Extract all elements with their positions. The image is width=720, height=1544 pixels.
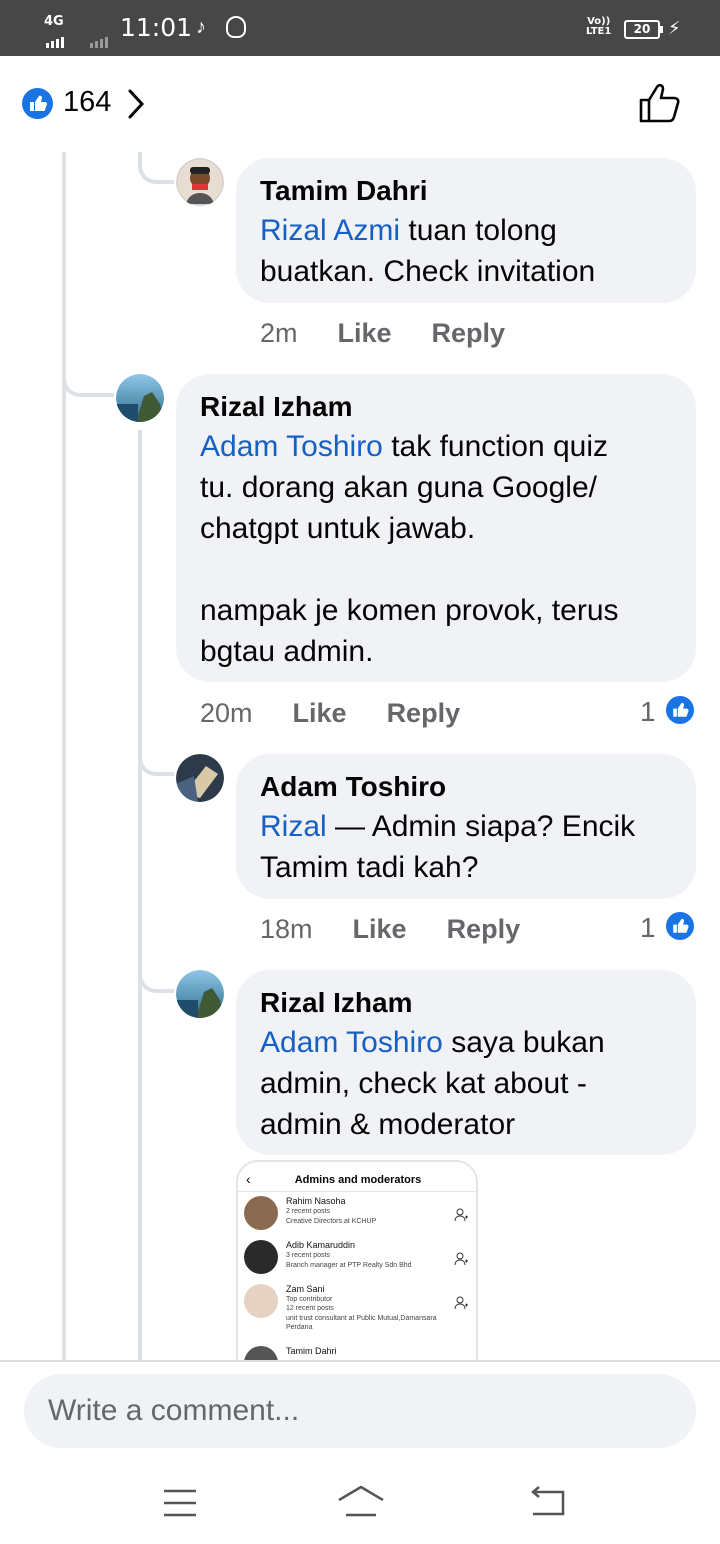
comment-bubble: Rizal Izham Adam Toshiro saya bukan admi…: [236, 970, 696, 1155]
reaction-summary[interactable]: 1: [640, 910, 696, 944]
comment-bubble: Tamim Dahri Rizal Azmi tuan tolong buatk…: [236, 158, 696, 303]
thread-connector: [138, 740, 174, 776]
like-reaction-icon: [664, 910, 696, 942]
mention-link[interactable]: Adam Toshiro: [200, 430, 383, 463]
comment-time: 20m: [200, 698, 253, 728]
tiktok-icon: ♪: [196, 16, 206, 38]
avatar[interactable]: [116, 374, 164, 422]
comment-actions: 20m Like Reply: [200, 698, 500, 729]
like-button[interactable]: Like: [353, 914, 407, 944]
like-reaction-icon: [664, 694, 696, 726]
avatar[interactable]: [176, 970, 224, 1018]
battery-icon: 20: [624, 20, 663, 39]
reply-button[interactable]: Reply: [387, 698, 461, 728]
signal-2-icon: [90, 30, 110, 48]
comment-text: Rizal Azmi tuan tolong buatkan. Check in…: [260, 214, 596, 288]
mention-link[interactable]: Rizal: [260, 810, 327, 843]
comment-attachment-image[interactable]: ‹ Admins and moderators Rahim Nasoha 2 r…: [236, 1160, 478, 1360]
comment-time: 18m: [260, 914, 313, 944]
comment-author[interactable]: Adam Toshiro: [260, 768, 672, 806]
comment-bubble: Adam Toshiro Rizal — Admin siapa? Encik …: [236, 754, 696, 899]
reaction-summary[interactable]: 1: [640, 694, 696, 728]
comment-time: 2m: [260, 318, 298, 348]
menu-icon[interactable]: [162, 1488, 198, 1518]
reaction-count: 1: [640, 912, 656, 943]
comment-input[interactable]: Write a comment...: [24, 1374, 696, 1448]
system-nav-bar: [0, 1460, 720, 1544]
reply-button[interactable]: Reply: [447, 914, 521, 944]
volte-indicator: Vo)) LTE1: [586, 16, 612, 37]
attachment-title: Admins and moderators: [294, 1174, 422, 1186]
home-icon[interactable]: [336, 1484, 386, 1518]
avatar: [244, 1196, 278, 1230]
back-icon[interactable]: [530, 1486, 568, 1518]
avatar: [244, 1284, 278, 1318]
status-bar: 4G 11:01 ♪ Vo)) LTE1 20 ⚡: [0, 0, 720, 56]
network-type: 4G: [44, 14, 64, 29]
comment-bubble: Rizal Izham Adam Toshiro tak function qu…: [176, 374, 696, 682]
signal-icon: [46, 30, 66, 48]
comment-text: Rizal — Admin siapa? Encik Tamim tadi ka…: [260, 810, 636, 884]
mention-link[interactable]: Rizal Azmi: [260, 214, 400, 247]
clock: 11:01: [120, 13, 193, 42]
reaction-count: 1: [640, 696, 656, 727]
thread-connector: [138, 152, 174, 184]
comment-author[interactable]: Tamim Dahri: [260, 172, 672, 210]
chevron-right-icon[interactable]: [126, 88, 146, 120]
like-button[interactable]: Like: [338, 318, 392, 348]
comment-text: Adam Toshiro tak function quiz tu. doran…: [200, 430, 619, 668]
thread-connector: [138, 955, 174, 993]
mention-link[interactable]: Adam Toshiro: [260, 1026, 443, 1059]
like-reaction-icon[interactable]: [22, 88, 53, 119]
like-post-icon[interactable]: [638, 82, 682, 124]
reply-button[interactable]: Reply: [432, 318, 506, 348]
like-button[interactable]: Like: [293, 698, 347, 728]
charging-icon: ⚡: [668, 18, 681, 38]
add-friend-icon: [454, 1296, 468, 1310]
avatar: [244, 1346, 278, 1360]
comment-author[interactable]: Rizal Izham: [200, 388, 672, 426]
thread-connector: [62, 345, 114, 397]
notification-icon: [226, 16, 246, 38]
comment-actions: 2m Like Reply: [260, 318, 545, 349]
attachment-header: ‹ Admins and moderators: [238, 1166, 476, 1192]
reaction-count[interactable]: 164: [63, 86, 111, 119]
thread-line: [62, 152, 66, 1360]
reactions-header: 164: [0, 56, 720, 152]
avatar: [244, 1240, 278, 1274]
thread-line-nested: [138, 430, 142, 1360]
comment-actions: 18m Like Reply: [260, 914, 560, 945]
add-friend-icon: [454, 1208, 468, 1222]
comment-text: Adam Toshiro saya bukan admin, check kat…: [260, 1026, 605, 1141]
avatar[interactable]: [176, 158, 224, 206]
comment-author[interactable]: Rizal Izham: [260, 984, 672, 1022]
avatar[interactable]: [176, 754, 224, 802]
add-friend-icon: [454, 1252, 468, 1266]
